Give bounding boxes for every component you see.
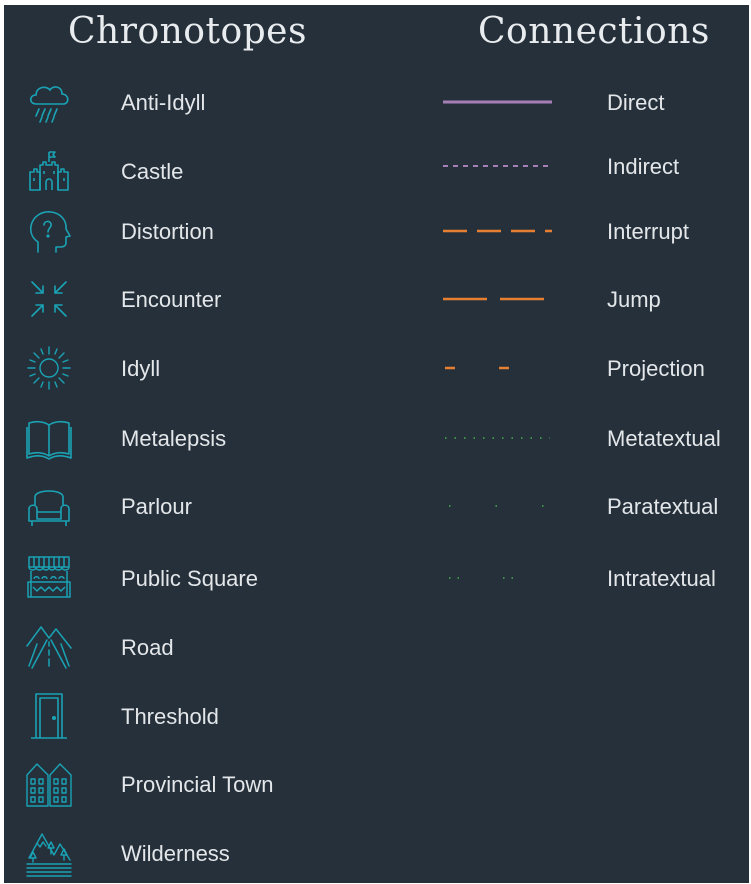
connection-item-interrupt: Interrupt xyxy=(404,206,749,256)
rain-cloud-icon xyxy=(24,77,74,127)
chronotope-label: Provincial Town xyxy=(121,772,274,797)
connection-item-indirect: Indirect xyxy=(404,141,749,191)
solid-line-sample xyxy=(440,77,552,127)
connection-item-jump: Jump xyxy=(404,274,749,324)
paired-dot-line-sample xyxy=(440,553,552,603)
chronotope-label: Public Square xyxy=(121,566,258,591)
chronotope-label: Idyll xyxy=(121,356,161,381)
long-dash-line-sample xyxy=(440,206,552,256)
chronotope-label: Castle xyxy=(121,159,184,184)
connection-label: Direct xyxy=(607,90,665,115)
converging-arrows-icon xyxy=(24,274,74,324)
chronotope-item-idyll: Idyll xyxy=(4,343,384,393)
chronotope-item-castle: Castle xyxy=(4,146,384,196)
chronotopes-heading: Chronotopes xyxy=(68,11,307,52)
dotted-line-sample xyxy=(440,413,552,463)
door-icon xyxy=(24,691,74,741)
chronotope-item-encounter: Encounter xyxy=(4,274,384,324)
chronotope-label: Parlour xyxy=(121,494,192,519)
chronotope-label: Road xyxy=(121,635,174,660)
chronotope-item-wilderness: Wilderness xyxy=(4,828,384,878)
chronotope-item-parlour: Parlour xyxy=(4,481,384,531)
open-book-icon xyxy=(24,413,74,463)
connection-label: Interrupt xyxy=(607,219,689,244)
chronotope-label: Wilderness xyxy=(121,841,230,866)
sparse-dash-line-sample xyxy=(440,343,552,393)
sun-icon xyxy=(24,343,74,393)
two-dash-line-sample xyxy=(440,274,552,324)
connections-heading: Connections xyxy=(478,11,710,52)
armchair-icon xyxy=(24,481,74,531)
connection-item-metatextual: Metatextual xyxy=(404,413,749,463)
chronotope-label: Encounter xyxy=(121,287,222,312)
chronotope-item-road: Road xyxy=(4,622,384,672)
connection-item-paratextual: Paratextual xyxy=(404,481,749,531)
chronotope-item-anti-idyll: Anti-Idyll xyxy=(4,77,384,127)
chronotope-label: Distortion xyxy=(121,219,214,244)
wilderness-icon xyxy=(24,828,74,878)
chronotope-item-distortion: Distortion xyxy=(4,206,384,256)
legend-panel: Chronotopes Connections Anti-Idyll Castl… xyxy=(4,5,749,883)
chronotope-item-threshold: Threshold xyxy=(4,691,384,741)
short-dash-line-sample xyxy=(440,141,552,191)
chronotope-item-public-square: Public Square xyxy=(4,553,384,603)
castle-icon xyxy=(24,146,74,196)
sparse-dot-line-sample xyxy=(440,481,552,531)
chronotope-item-metalepsis: Metalepsis xyxy=(4,413,384,463)
market-stall-icon xyxy=(24,553,74,603)
connection-label: Paratextual xyxy=(607,494,719,519)
chronotope-label: Threshold xyxy=(121,704,219,729)
chronotope-label: Metalepsis xyxy=(121,426,227,451)
connection-label: Projection xyxy=(607,356,705,381)
road-icon xyxy=(24,622,74,672)
connection-label: Metatextual xyxy=(607,426,721,451)
chronotope-item-provincial-town: Provincial Town xyxy=(4,759,384,809)
connection-label: Intratextual xyxy=(607,566,716,591)
connection-item-direct: Direct xyxy=(404,77,749,127)
connection-label: Jump xyxy=(607,287,661,312)
connection-item-intratextual: Intratextual xyxy=(404,553,749,603)
town-houses-icon xyxy=(24,759,74,809)
connection-item-projection: Projection xyxy=(404,343,749,393)
connection-label: Indirect xyxy=(607,154,680,179)
chronotope-label: Anti-Idyll xyxy=(121,90,206,115)
head-question-icon xyxy=(24,206,74,256)
